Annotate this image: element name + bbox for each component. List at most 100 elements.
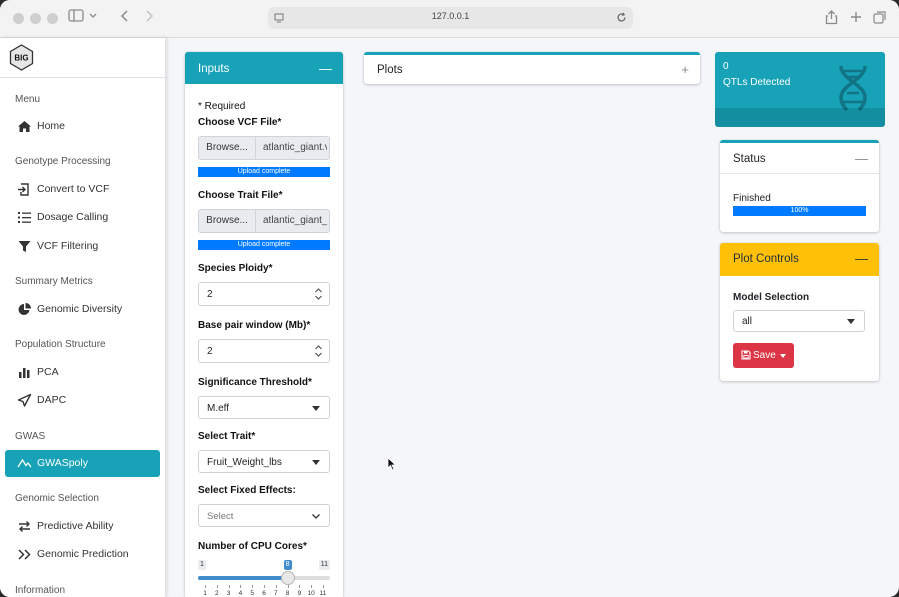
home-icon: [18, 121, 31, 132]
qtl-count: 0: [723, 61, 729, 72]
status-card-header: Status —: [720, 143, 879, 174]
fixed-effects-select[interactable]: Select: [198, 504, 330, 527]
slider-tick-mark: [264, 585, 265, 588]
stepper-icon[interactable]: [314, 286, 323, 302]
chevrons-icon: [18, 549, 31, 560]
send-icon: [17, 393, 32, 407]
back-button[interactable]: [114, 8, 136, 28]
caret-down-icon: [780, 354, 786, 358]
zoom-window-button[interactable]: [47, 13, 58, 24]
plot-controls-header: Plot Controls —: [720, 243, 879, 276]
slider-fill: [198, 576, 288, 580]
trait-file-name: atlantic_giant_traits.csv: [263, 215, 327, 226]
vcf-browse-button[interactable]: Browse...: [199, 137, 256, 159]
save-label: Save: [753, 350, 776, 361]
plots-expand-button[interactable]: +: [681, 62, 689, 77]
fixed-effects-placeholder: Select: [207, 511, 234, 522]
file-import-icon: [18, 183, 29, 196]
slider-min-label: 1: [198, 560, 206, 570]
main-sidebar: BIG Menu Home Genotype Processing Conver…: [0, 38, 165, 597]
caret-down-icon: [312, 406, 320, 411]
url-text: 127.0.0.1: [431, 11, 470, 21]
filter-icon: [18, 241, 31, 252]
trait-browse-button[interactable]: Browse...: [199, 210, 256, 232]
fixed-effects-label: Select Fixed Effects:: [198, 485, 296, 496]
slider-tick-mark: [205, 585, 206, 588]
sidebar-item-pca[interactable]: PCA: [5, 359, 160, 386]
window-input[interactable]: 2: [198, 339, 330, 363]
sidebar-item-genomic-prediction[interactable]: Genomic Prediction: [5, 541, 160, 568]
slider-ticks: 1 2 3 4 5 6 7 8 9 10 11: [198, 585, 330, 597]
sidebar-item-home[interactable]: Home: [5, 113, 160, 140]
slider-tick-label: 6: [262, 590, 266, 597]
plot-controls-collapse-button[interactable]: —: [855, 251, 868, 266]
inputs-card: Inputs — * Required Choose VCF File* Bro…: [185, 52, 343, 597]
sidebar-toggle-icon: [68, 9, 97, 22]
ploidy-label: Species Ploidy*: [198, 263, 273, 274]
trait-file-input[interactable]: Browse... atlantic_giant_traits.csv: [198, 209, 330, 233]
sidebar-item-label: Convert to VCF: [37, 183, 110, 195]
vcf-file-name: atlantic_giant.vcf: [263, 142, 327, 153]
slider-tick-label: 4: [238, 590, 243, 597]
window-value: 2: [207, 346, 213, 357]
plot-controls-title: Plot Controls: [733, 253, 799, 265]
stepper-icon[interactable]: [314, 343, 323, 359]
slider-value-label: 8: [283, 560, 292, 570]
slider-tick-label: 10: [307, 590, 315, 597]
chevron-right-icon: [146, 10, 154, 22]
sidebar-item-predictive-ability[interactable]: Predictive Ability: [5, 513, 160, 540]
slider-tick-label: 3: [226, 590, 231, 597]
slider-tick-mark: [323, 585, 324, 588]
sidebar-item-dapc[interactable]: DAPC: [5, 387, 160, 414]
sidebar-item-label: GWASpoly: [37, 457, 88, 469]
model-selection-select[interactable]: all: [733, 310, 865, 332]
slider-tick-mark: [216, 585, 218, 588]
slider-tick-mark: [287, 585, 289, 588]
status-collapse-button[interactable]: —: [855, 151, 868, 166]
cpu-cores-slider[interactable]: 1 8 11 1 2 3 4 5 6 7 8 9 10 11: [198, 560, 330, 597]
bar-chart-icon: [19, 368, 30, 378]
sidebar-item-dosage-calling[interactable]: Dosage Calling: [5, 204, 160, 231]
slider-tick-mark: [299, 585, 301, 588]
required-note: * Required: [198, 101, 246, 112]
tab-overview-icon[interactable]: [873, 10, 887, 24]
sidebar-item-label: Genomic Prediction: [37, 548, 129, 560]
status-progress-bar: 100%: [733, 206, 866, 216]
caret-down-icon: [312, 460, 320, 465]
sidebar-item-label: VCF Filtering: [37, 240, 99, 252]
address-bar[interactable]: 127.0.0.1: [268, 7, 633, 29]
trait-select-label: Select Trait*: [198, 431, 256, 442]
cpu-cores-label: Number of CPU Cores*: [198, 541, 307, 552]
slider-tick-label: 8: [285, 590, 290, 597]
trait-select[interactable]: Fruit_Weight_lbs: [198, 450, 330, 473]
plots-title: Plots: [377, 64, 403, 76]
new-tab-icon[interactable]: [850, 11, 862, 23]
vcf-file-input[interactable]: Browse... atlantic_giant.vcf: [198, 136, 330, 160]
sidebar-item-gwaspoly[interactable]: GWASpoly: [5, 450, 160, 477]
close-window-button[interactable]: [13, 13, 24, 24]
sidebar-item-convert-to-vcf[interactable]: Convert to VCF: [5, 176, 160, 203]
vcf-upload-progress: Upload complete: [198, 167, 330, 177]
threshold-select[interactable]: M.eff: [198, 396, 330, 419]
sidebar-toggle-button[interactable]: [64, 8, 102, 28]
sidebar-item-label: Genomic Diversity: [37, 303, 123, 315]
minimize-window-button[interactable]: [30, 13, 41, 24]
forward-button[interactable]: [138, 8, 160, 28]
line-chart-icon: [17, 458, 32, 468]
sidebar-item-label: DAPC: [37, 394, 67, 406]
slider-tick-label: 7: [273, 590, 278, 597]
save-button[interactable]: Save: [733, 343, 794, 368]
slider-handle[interactable]: [280, 571, 295, 585]
section-population: Population Structure: [15, 339, 106, 350]
list-icon: [18, 212, 31, 223]
inputs-collapse-button[interactable]: —: [319, 61, 332, 76]
ploidy-input[interactable]: 2: [198, 282, 330, 306]
sidebar-item-genomic-diversity[interactable]: Genomic Diversity: [5, 296, 160, 323]
reload-icon[interactable]: [616, 12, 627, 23]
slider-tick-mark: [252, 585, 254, 588]
window-label: Base pair window (Mb)*: [198, 320, 311, 331]
save-icon: [741, 350, 751, 360]
share-icon[interactable]: [825, 10, 838, 25]
sidebar-item-vcf-filtering[interactable]: VCF Filtering: [5, 233, 160, 260]
brand[interactable]: BIG: [0, 38, 165, 78]
